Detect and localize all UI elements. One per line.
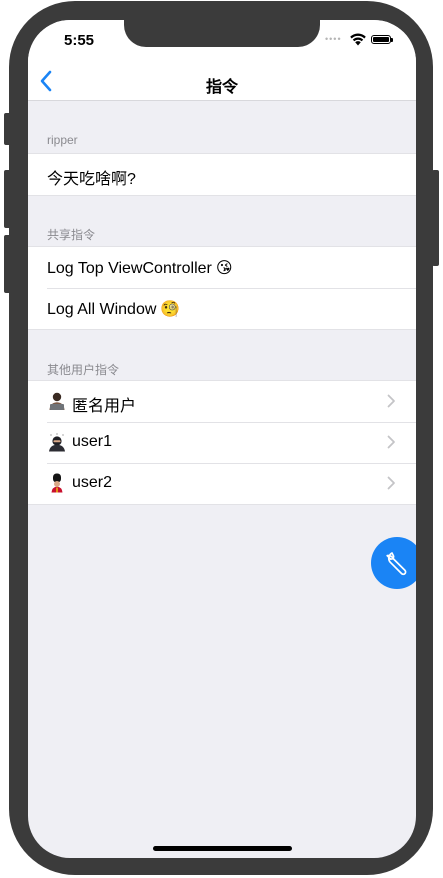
command-row[interactable]: Log Top ViewController 😘: [28, 247, 416, 288]
user-label: user2: [72, 474, 113, 491]
user-row[interactable]: user2: [28, 463, 416, 504]
command-label: 今天吃啥啊?: [47, 171, 136, 188]
navigation-bar: 指令: [28, 64, 416, 101]
user-label: 匿名用户: [72, 398, 137, 415]
chevron-right-icon: [387, 394, 395, 408]
command-label: Log Top ViewController: [47, 260, 212, 277]
user-row[interactable]: user1: [28, 422, 416, 463]
section-header-shared: 共享指令: [47, 228, 96, 242]
power-button: [432, 170, 439, 266]
section-header-ripper: ripper: [47, 133, 78, 147]
command-row[interactable]: 今天吃啥啊?: [28, 154, 416, 195]
section-shared: Log Top ViewController 😘 Log All Window 🧐: [28, 246, 416, 330]
chevron-right-icon: [387, 476, 395, 490]
home-indicator: [153, 846, 292, 851]
chevron-right-icon: [387, 435, 395, 449]
user-label: user1: [72, 433, 113, 450]
section-other-users: 匿名用户 user1 user2: [28, 380, 416, 505]
user-row[interactable]: 匿名用户: [28, 381, 416, 422]
command-label: Log All Window: [47, 301, 157, 318]
page-title: 指令: [205, 79, 238, 96]
battery-icon: [371, 35, 393, 44]
floating-tool-button[interactable]: [371, 537, 416, 589]
wifi-icon: [350, 33, 366, 46]
person-laptop-icon: [49, 392, 65, 410]
status-time: 5:55: [64, 32, 95, 49]
ninja-icon: [49, 433, 65, 452]
wrench-icon: [386, 552, 407, 576]
section-header-other-users: 其他用户指令: [47, 363, 120, 377]
signal-icon: ••••: [325, 34, 342, 44]
command-row[interactable]: Log All Window 🧐: [28, 288, 416, 329]
guard-icon: [51, 473, 63, 493]
screen: 5:55 •••• 指令 ripper 今天吃啥啊? 共享指令 Log Top …: [28, 20, 416, 858]
monocle-face-icon: 🧐: [160, 301, 181, 318]
notch: [124, 20, 320, 47]
kiss-face-icon: 😘: [215, 260, 233, 277]
section-ripper: 今天吃啥啊?: [28, 153, 416, 196]
